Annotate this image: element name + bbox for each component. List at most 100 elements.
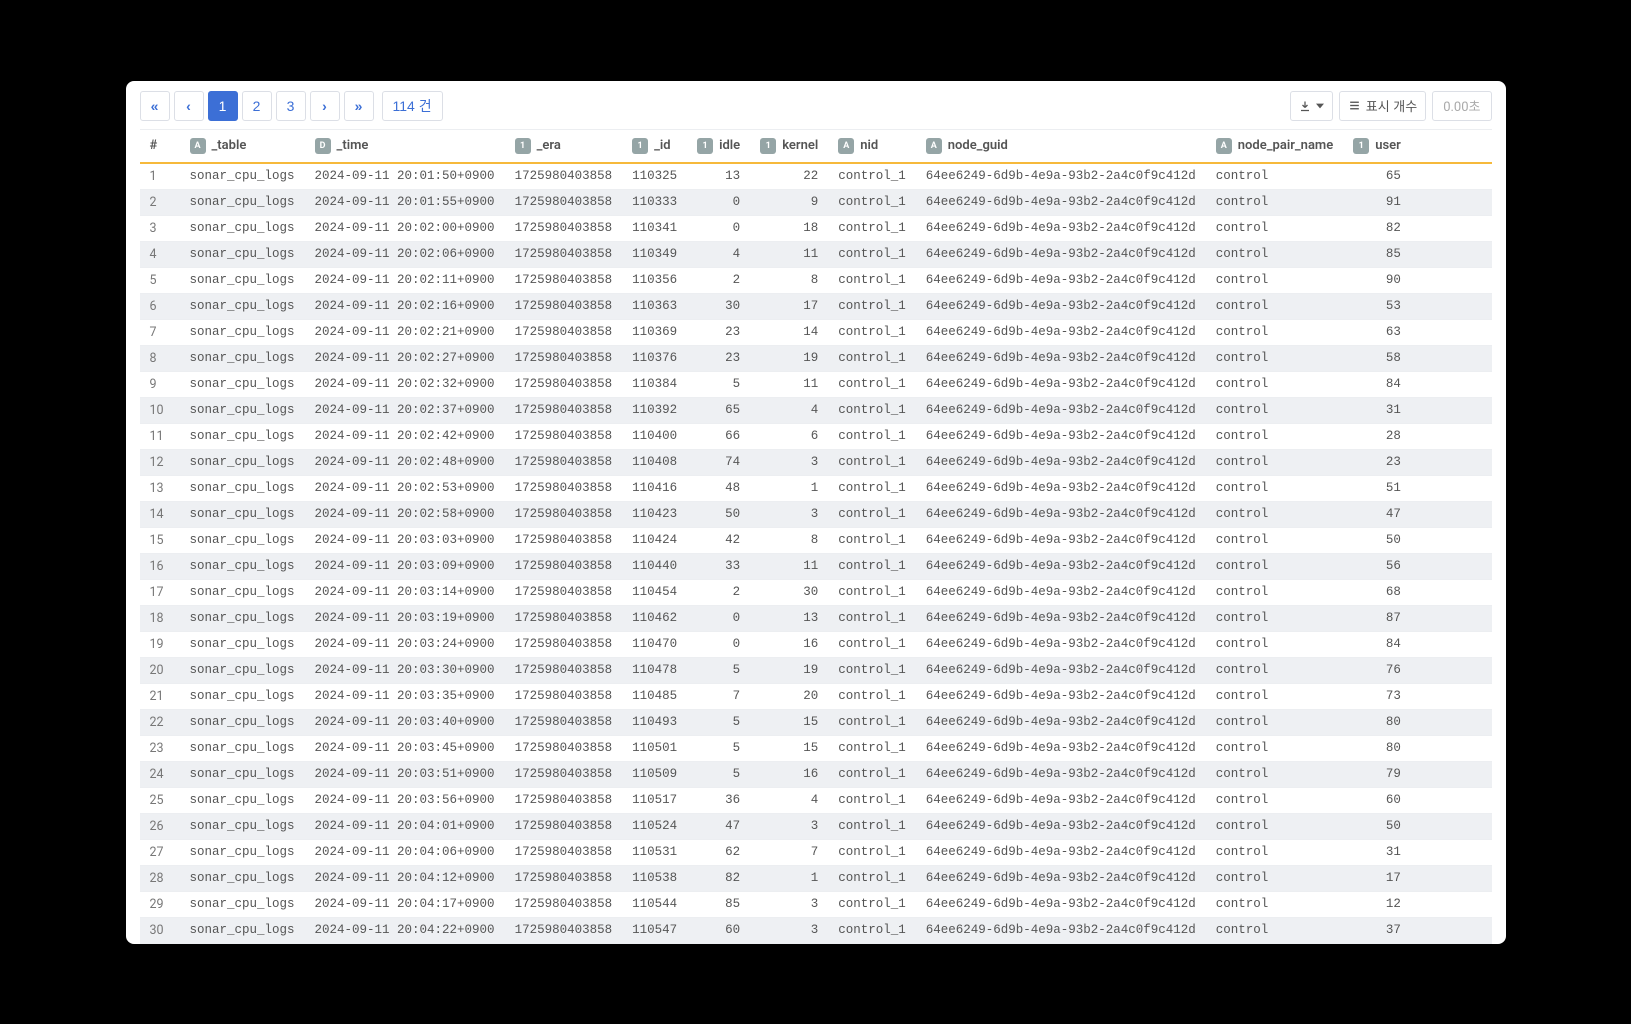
table-row[interactable]: 13sonar_cpu_logs2024-09-11 20:02:53+0900… xyxy=(140,475,1492,501)
column-header-idle[interactable]: 1idle xyxy=(687,130,750,163)
cell-_table: sonar_cpu_logs xyxy=(180,631,305,657)
table-row[interactable]: 5sonar_cpu_logs2024-09-11 20:02:11+09001… xyxy=(140,267,1492,293)
cell-idle: 66 xyxy=(687,423,750,449)
column-header-user[interactable]: 1user xyxy=(1343,130,1411,163)
cell-nid: control_1 xyxy=(828,917,916,943)
cell-user: 28 xyxy=(1343,423,1411,449)
page-1-button[interactable]: 1 xyxy=(208,91,238,121)
table-row[interactable]: 14sonar_cpu_logs2024-09-11 20:02:58+0900… xyxy=(140,501,1492,527)
first-page-button[interactable]: « xyxy=(140,91,170,121)
cell-_id: 110400 xyxy=(622,423,687,449)
table-row[interactable]: 26sonar_cpu_logs2024-09-11 20:04:01+0900… xyxy=(140,813,1492,839)
column-header-nid[interactable]: Anid xyxy=(828,130,916,163)
table-row[interactable]: 16sonar_cpu_logs2024-09-11 20:03:09+0900… xyxy=(140,553,1492,579)
page-3-button[interactable]: 3 xyxy=(276,91,306,121)
cell-_table: sonar_cpu_logs xyxy=(180,865,305,891)
table-row[interactable]: 21sonar_cpu_logs2024-09-11 20:03:35+0900… xyxy=(140,683,1492,709)
column-header-time[interactable]: D_time xyxy=(305,130,505,163)
cell-idle: 5 xyxy=(687,735,750,761)
next-page-button[interactable]: › xyxy=(310,91,340,121)
cell-_id: 110478 xyxy=(622,657,687,683)
column-label: user xyxy=(1375,138,1401,153)
table-row[interactable]: 30sonar_cpu_logs2024-09-11 20:04:22+0900… xyxy=(140,917,1492,943)
table-row[interactable]: 28sonar_cpu_logs2024-09-11 20:04:12+0900… xyxy=(140,865,1492,891)
cell-nid: control_1 xyxy=(828,371,916,397)
table-row[interactable]: 27sonar_cpu_logs2024-09-11 20:04:06+0900… xyxy=(140,839,1492,865)
table-row[interactable]: 10sonar_cpu_logs2024-09-11 20:02:37+0900… xyxy=(140,397,1492,423)
table-row[interactable]: 9sonar_cpu_logs2024-09-11 20:02:32+09001… xyxy=(140,371,1492,397)
cell-idle: 5 xyxy=(687,709,750,735)
table-row[interactable]: 18sonar_cpu_logs2024-09-11 20:03:19+0900… xyxy=(140,605,1492,631)
column-label: node_pair_name xyxy=(1238,138,1333,153)
cell-idle: 13 xyxy=(687,163,750,190)
table-body: 1sonar_cpu_logs2024-09-11 20:01:50+09001… xyxy=(140,163,1492,944)
cell-_time: 2024-09-11 20:02:42+0900 xyxy=(305,423,505,449)
table-row[interactable]: 29sonar_cpu_logs2024-09-11 20:04:17+0900… xyxy=(140,891,1492,917)
cell-node_pair_name: control xyxy=(1206,553,1343,579)
cell-n: 27 xyxy=(140,839,180,865)
table-row[interactable]: 25sonar_cpu_logs2024-09-11 20:03:56+0900… xyxy=(140,787,1492,813)
table-row[interactable]: 23sonar_cpu_logs2024-09-11 20:03:45+0900… xyxy=(140,735,1492,761)
cell-_time: 2024-09-11 20:04:12+0900 xyxy=(305,865,505,891)
cell-empty xyxy=(1411,241,1492,267)
column-header-id[interactable]: 1_id xyxy=(622,130,687,163)
column-header-era[interactable]: 1_era xyxy=(505,130,623,163)
table-row[interactable]: 1sonar_cpu_logs2024-09-11 20:01:50+09001… xyxy=(140,163,1492,190)
cell-_id: 110325 xyxy=(622,163,687,190)
table-row[interactable]: 11sonar_cpu_logs2024-09-11 20:02:42+0900… xyxy=(140,423,1492,449)
caret-down-icon xyxy=(1316,102,1324,110)
table-row[interactable]: 19sonar_cpu_logs2024-09-11 20:03:24+0900… xyxy=(140,631,1492,657)
table-row[interactable]: 2sonar_cpu_logs2024-09-11 20:01:55+09001… xyxy=(140,189,1492,215)
table-row[interactable]: 17sonar_cpu_logs2024-09-11 20:03:14+0900… xyxy=(140,579,1492,605)
column-header-nodeguid[interactable]: Anode_guid xyxy=(916,130,1206,163)
cell-nid: control_1 xyxy=(828,605,916,631)
table-row[interactable]: 12sonar_cpu_logs2024-09-11 20:02:48+0900… xyxy=(140,449,1492,475)
cell-_id: 110356 xyxy=(622,267,687,293)
table-row[interactable]: 20sonar_cpu_logs2024-09-11 20:03:30+0900… xyxy=(140,657,1492,683)
cell-node_guid: 64ee6249-6d9b-4e9a-93b2-2a4c0f9c412d xyxy=(916,319,1206,345)
table-row[interactable]: 3sonar_cpu_logs2024-09-11 20:02:00+09001… xyxy=(140,215,1492,241)
cell-kernel: 15 xyxy=(750,735,828,761)
cell-node_guid: 64ee6249-6d9b-4e9a-93b2-2a4c0f9c412d xyxy=(916,345,1206,371)
table-row[interactable]: 6sonar_cpu_logs2024-09-11 20:02:16+09001… xyxy=(140,293,1492,319)
type-badge-icon: A xyxy=(838,138,854,154)
table-row[interactable]: 15sonar_cpu_logs2024-09-11 20:03:03+0900… xyxy=(140,527,1492,553)
column-header-table[interactable]: A_table xyxy=(180,130,305,163)
last-page-button[interactable]: » xyxy=(344,91,374,121)
cell-user: 87 xyxy=(1343,605,1411,631)
download-button[interactable] xyxy=(1290,91,1333,121)
display-count-button[interactable]: 표시 개수 xyxy=(1339,91,1426,121)
cell-idle: 33 xyxy=(687,553,750,579)
cell-nid: control_1 xyxy=(828,163,916,190)
cell-n: 16 xyxy=(140,553,180,579)
cell-empty xyxy=(1411,579,1492,605)
table-row[interactable]: 7sonar_cpu_logs2024-09-11 20:02:21+09001… xyxy=(140,319,1492,345)
cell-idle: 4 xyxy=(687,241,750,267)
total-count-button[interactable]: 114 건 xyxy=(382,91,443,121)
type-badge-icon: A xyxy=(1216,138,1232,154)
cell-user: 50 xyxy=(1343,527,1411,553)
cell-_table: sonar_cpu_logs xyxy=(180,579,305,605)
cell-user: 68 xyxy=(1343,579,1411,605)
column-header-[interactable]: # xyxy=(140,130,180,163)
column-header-kernel[interactable]: 1kernel xyxy=(750,130,828,163)
table-row[interactable]: 8sonar_cpu_logs2024-09-11 20:02:27+09001… xyxy=(140,345,1492,371)
cell-empty xyxy=(1411,319,1492,345)
cell-node_guid: 64ee6249-6d9b-4e9a-93b2-2a4c0f9c412d xyxy=(916,657,1206,683)
cell-_era: 1725980403858 xyxy=(505,891,623,917)
cell-_era: 1725980403858 xyxy=(505,839,623,865)
cell-node_pair_name: control xyxy=(1206,839,1343,865)
table-row[interactable]: 4sonar_cpu_logs2024-09-11 20:02:06+09001… xyxy=(140,241,1492,267)
column-header-nodepairname[interactable]: Anode_pair_name xyxy=(1206,130,1343,163)
cell-empty xyxy=(1411,813,1492,839)
cell-empty xyxy=(1411,267,1492,293)
prev-page-button[interactable]: ‹ xyxy=(174,91,204,121)
cell-empty xyxy=(1411,163,1492,190)
table-row[interactable]: 22sonar_cpu_logs2024-09-11 20:03:40+0900… xyxy=(140,709,1492,735)
cell-_id: 110440 xyxy=(622,553,687,579)
cell-empty xyxy=(1411,475,1492,501)
page-2-button[interactable]: 2 xyxy=(242,91,272,121)
table-row[interactable]: 24sonar_cpu_logs2024-09-11 20:03:51+0900… xyxy=(140,761,1492,787)
cell-_table: sonar_cpu_logs xyxy=(180,397,305,423)
cell-idle: 50 xyxy=(687,501,750,527)
